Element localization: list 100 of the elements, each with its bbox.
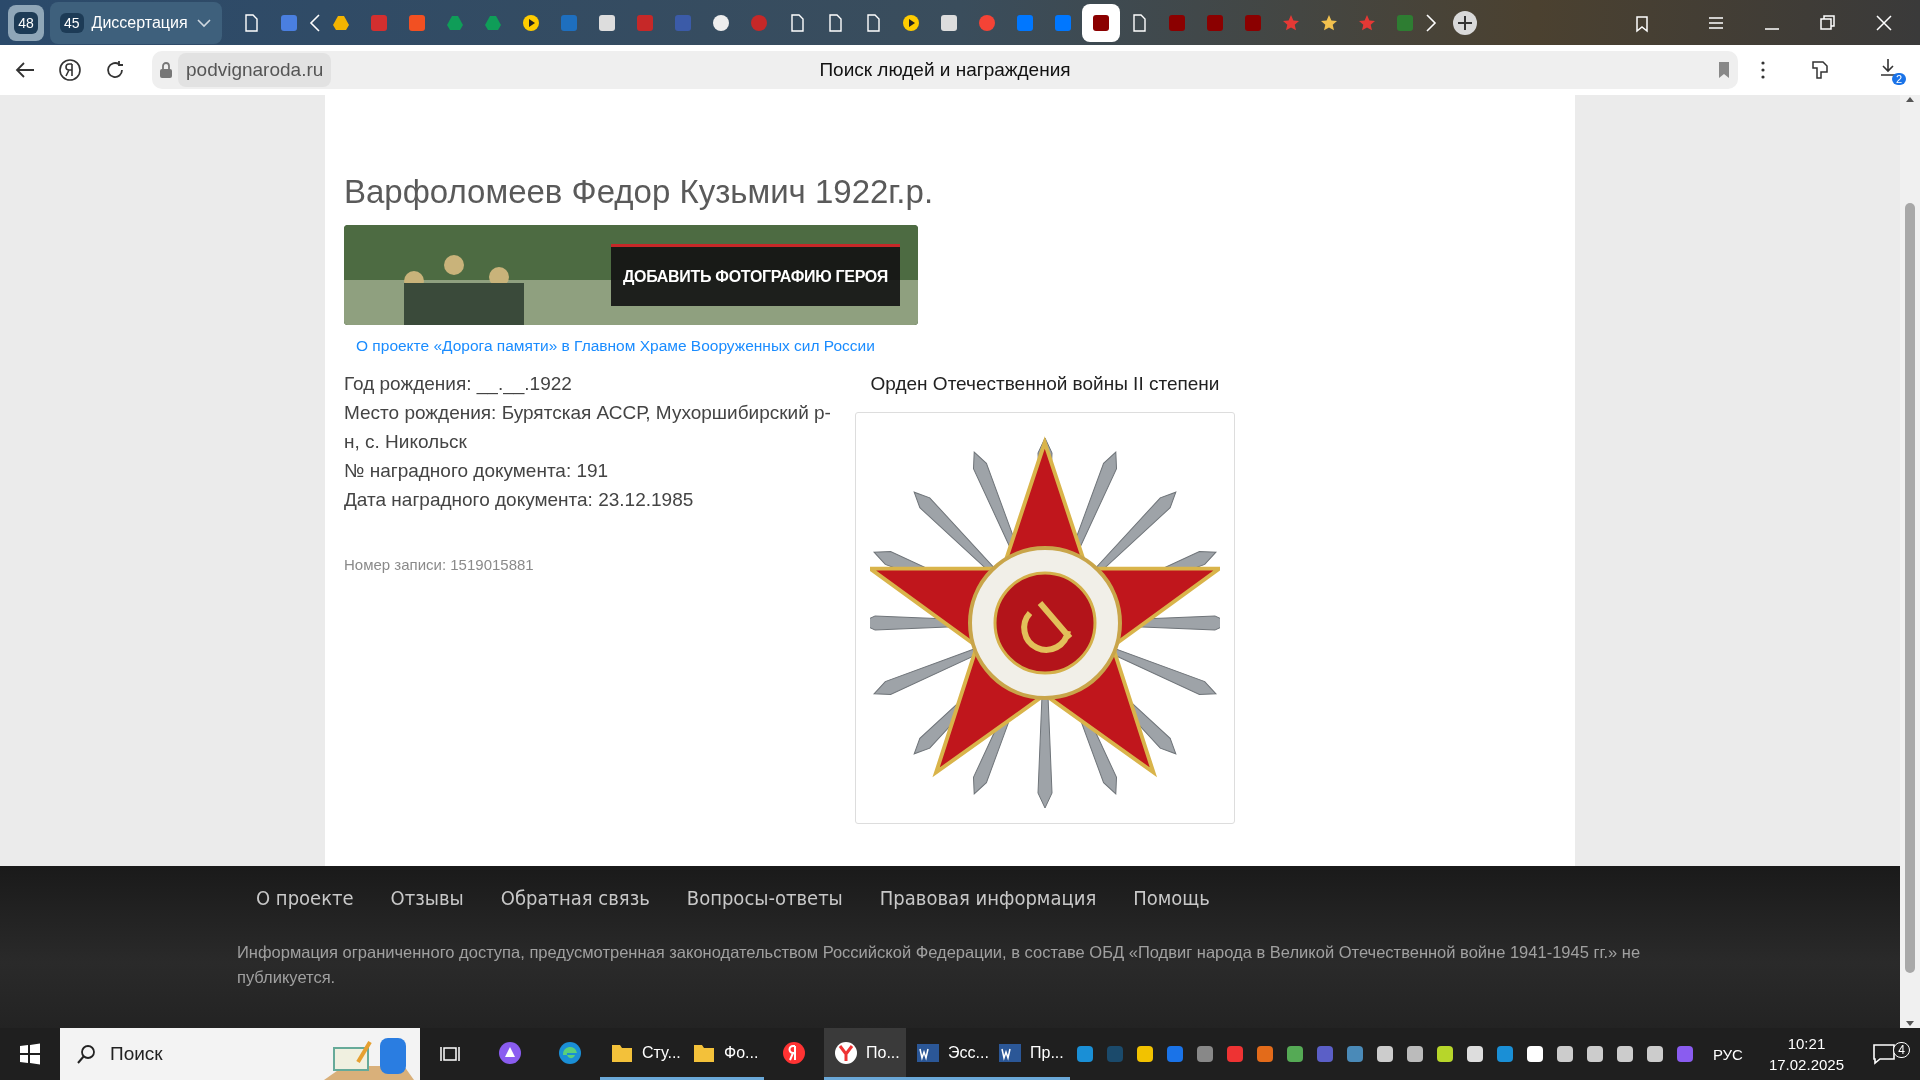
chevron-down-icon[interactable]: [195, 17, 212, 28]
detail-text: № наградного документа: 191: [344, 459, 610, 483]
footer-notice: Информация ограниченного доступа, предусмотренная законодательством Российской Федерации, в составе ОБД «Подвиг народа в Великой Отечественной войне 1941-1945 гг.» не публикуется.: [237, 942, 1642, 988]
favicon-icon: [369, 13, 388, 32]
favicon-icon: [1091, 13, 1110, 32]
bookmark-icon[interactable]: [1716, 61, 1732, 79]
chevron-right-icon[interactable]: [1423, 12, 1438, 33]
taskbar-app[interactable]: Сту...: [600, 1028, 682, 1080]
favicon-icon: [521, 13, 540, 32]
favicon-icon: [1167, 13, 1186, 32]
footer-link[interactable]: Отзывы: [390, 886, 464, 910]
favicon-icon: [673, 13, 692, 32]
favicon-icon: [1053, 13, 1072, 32]
footer-link[interactable]: Обратная связь: [500, 886, 650, 910]
tray-icon[interactable]: [1644, 1044, 1665, 1064]
search-icon: [76, 1044, 96, 1064]
detail-text: Год рождения: __.__.1922: [344, 372, 573, 397]
tab-group[interactable]: 45 Диссертация: [50, 1, 222, 44]
footer-link[interactable]: Помощь: [1133, 886, 1210, 910]
favicon-icon: [445, 13, 464, 32]
favicon-icon: [711, 13, 730, 32]
favicon-icon: [1281, 13, 1300, 32]
task-view-icon: [440, 1044, 460, 1064]
reload-icon[interactable]: [104, 59, 126, 81]
taskbar-app-label: Пр...: [1030, 1043, 1064, 1062]
favicon-icon: [1015, 13, 1034, 32]
search-field[interactable]: Поиск: [60, 1028, 420, 1080]
favicon-icon: [901, 13, 920, 32]
person-name-heading: Варфоломеев Федор Кузьмич 1922г.р.: [344, 173, 934, 211]
taskbar-app[interactable]: Эсс...: [906, 1028, 988, 1080]
search-placeholder: Поиск: [110, 1043, 163, 1065]
downloads-button[interactable]: 2: [1876, 55, 1906, 85]
detail-text: Дата наградного документа: 23.12.1985: [344, 488, 695, 512]
scrollbar[interactable]: [1900, 95, 1920, 1028]
favicon-icon: [1243, 13, 1262, 32]
notification-icon: [1872, 1042, 1896, 1066]
add-photo-button[interactable]: ДОБАВИТЬ ФОТОГРАФИЮ ГЕРОЯ: [610, 244, 900, 306]
favicon-icon: [483, 13, 502, 32]
footer-link[interactable]: О проекте: [256, 886, 354, 910]
clock-date: 17.02.2025: [1768, 1055, 1844, 1075]
favicon-icon: [559, 13, 578, 32]
footer-link[interactable]: Правовая информация: [879, 886, 1097, 910]
tray-icon[interactable]: [1464, 1044, 1485, 1064]
taskbar-app-label: Эсс...: [948, 1043, 989, 1062]
page-title: Поиск людей и награждения: [819, 59, 1071, 80]
clock[interactable]: 10:21 17.02.2025: [1768, 1033, 1844, 1075]
restore-icon[interactable]: [1818, 12, 1838, 33]
browser-icon: [834, 1040, 858, 1065]
tray-icon[interactable]: [1554, 1044, 1575, 1064]
taskbar-app[interactable]: Фо...: [682, 1028, 764, 1080]
favicon-icon: [279, 13, 298, 32]
taskbar-app[interactable]: По...: [824, 1028, 906, 1080]
favicon-icon: [939, 13, 958, 32]
more-icon[interactable]: [1760, 60, 1766, 80]
tray-icon[interactable]: [1434, 1044, 1455, 1064]
domain-label: podvignaroda.ru: [178, 53, 332, 87]
favicon-icon: [749, 13, 768, 32]
award-title: Орден Отечественной войны II степени: [870, 372, 1220, 396]
clock-time: 10:21: [1787, 1034, 1826, 1054]
favicon-icon: [1357, 13, 1376, 32]
favicon-icon: [635, 13, 654, 32]
address-field[interactable]: podvignaroda.ru Поиск людей и награждения: [152, 51, 1738, 89]
favicon-icon: [407, 13, 426, 32]
tray-icon[interactable]: [1284, 1044, 1305, 1064]
tab-count: 45: [60, 12, 84, 33]
windows-logo-icon: [19, 1043, 41, 1065]
favicon-icon: [1319, 13, 1338, 32]
favicon-icon: [1395, 13, 1414, 32]
favicon-icon: [331, 13, 350, 32]
browser-icon: [782, 1040, 806, 1065]
record-number: Номер записи: 1519015881: [344, 555, 535, 575]
tray-icon[interactable]: [1614, 1044, 1635, 1064]
new-tab-icon[interactable]: [1451, 9, 1478, 36]
downloads-badge: 2: [1891, 73, 1906, 85]
tray-icon[interactable]: [1584, 1044, 1605, 1064]
assistant-icon: [498, 1040, 522, 1065]
favicon-icon: [597, 13, 616, 32]
tray-icon[interactable]: [1524, 1044, 1545, 1064]
detail-text: Место рождения: Бурятская АССР, Мухоршибирский р-н, с. Никольск: [344, 401, 832, 454]
language-indicator[interactable]: РУС: [1712, 1045, 1743, 1063]
taskbar-app-label: По...: [866, 1043, 900, 1062]
pinned-tab[interactable]: [1081, 3, 1120, 42]
tray-icon[interactable]: [1134, 1044, 1155, 1064]
tab-title: Диссертация: [91, 13, 188, 32]
taskbar-app[interactable]: Пр...: [988, 1028, 1070, 1080]
close-icon[interactable]: [1874, 12, 1894, 33]
tray-icon[interactable]: [1404, 1044, 1425, 1064]
footer-link[interactable]: Вопросы-ответы: [686, 886, 843, 910]
taskbar-app-label: Фо...: [724, 1043, 759, 1062]
scrollbar-thumb[interactable]: [1905, 203, 1915, 973]
tray-icon[interactable]: [1374, 1044, 1395, 1064]
tab-group-button[interactable]: 48: [8, 4, 44, 41]
taskbar-app-label: Сту...: [642, 1043, 681, 1062]
group-count: 48: [14, 11, 38, 34]
chevron-left-icon[interactable]: [307, 12, 322, 33]
favicon-icon: [977, 13, 996, 32]
notifications-button[interactable]: 4: [1872, 1042, 1912, 1066]
lock-icon: [158, 61, 174, 79]
browser-icon: [558, 1040, 582, 1065]
favicon-icon: [1205, 13, 1224, 32]
